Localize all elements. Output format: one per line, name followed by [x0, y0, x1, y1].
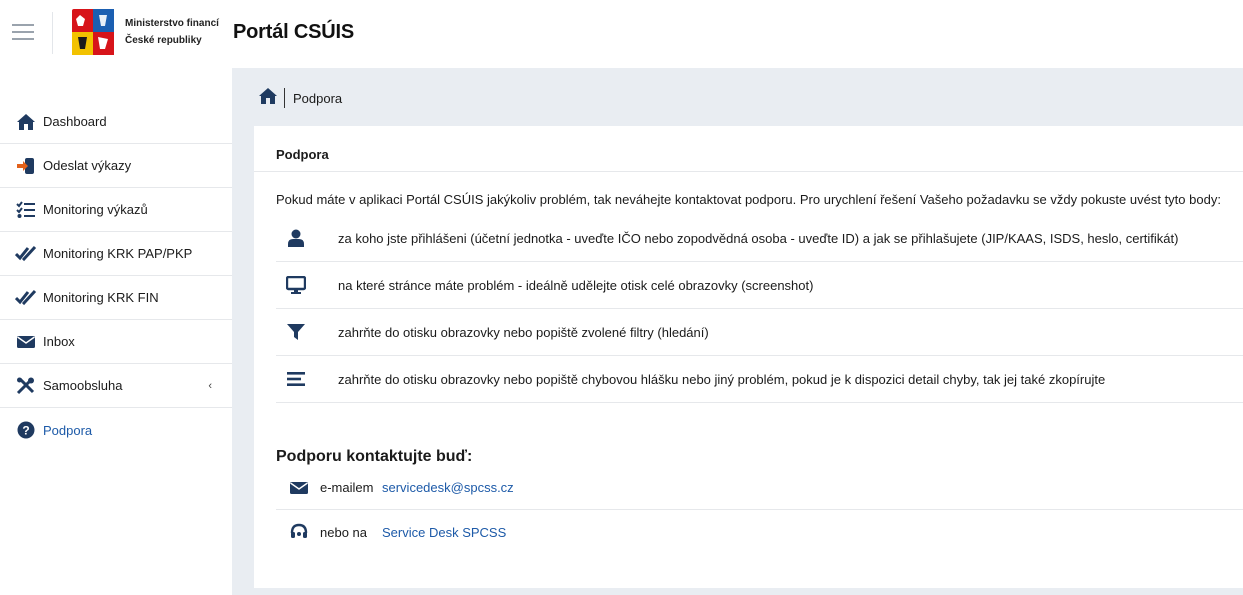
sign-in-icon [15, 156, 37, 176]
sidebar-item-label: Monitoring KRK FIN [43, 290, 159, 305]
home-icon [15, 112, 37, 132]
tools-icon [15, 376, 37, 396]
svg-text:?: ? [22, 424, 29, 438]
contact-label: e-mailem [320, 480, 374, 495]
envelope-icon [15, 332, 37, 352]
list-item: zahrňte do otisku obrazovky nebo popiště… [276, 309, 1243, 356]
sidebar-item-label: Monitoring KRK PAP/PKP [43, 246, 193, 261]
hamburger-line [12, 31, 34, 33]
breadcrumb-separator [284, 88, 285, 108]
ministry-name-line1: Ministerstvo financí [125, 18, 219, 29]
support-intro-text: Pokud máte v aplikaci Portál CSÚIS jakýk… [276, 192, 1221, 207]
lines-icon [276, 371, 316, 387]
filter-icon [276, 323, 316, 341]
app-header: Ministerstvo financí České republiky Por… [0, 0, 1243, 68]
ministry-name-line2: České republiky [125, 35, 202, 46]
support-checklist: za koho jste přihlášeni (účetní jednotka… [276, 215, 1243, 403]
list-check-icon [15, 200, 37, 220]
sidebar-item-label: Monitoring výkazů [43, 202, 148, 217]
sidebar-item-label: Inbox [43, 334, 75, 349]
user-icon [276, 229, 316, 247]
sidebar-item-monitoring-vykazu[interactable]: Monitoring výkazů [0, 188, 232, 232]
envelope-icon [288, 480, 310, 496]
contact-label: nebo na [320, 524, 367, 540]
sidebar-item-dashboard[interactable]: Dashboard [0, 100, 232, 144]
double-check-icon [15, 244, 37, 264]
sidebar-nav: Dashboard Odeslat výkazy Monitoring výka… [0, 100, 232, 452]
support-card: Podpora Pokud máte v aplikaci Portál CSÚ… [254, 126, 1243, 588]
sidebar-item-podpora[interactable]: ? Podpora [0, 408, 232, 452]
sidebar-item-label: Podpora [43, 422, 93, 438]
monitor-icon [276, 276, 316, 294]
checklist-text: za koho jste přihlášeni (účetní jednotka… [338, 230, 1179, 246]
question-circle-icon: ? [15, 420, 37, 440]
contact-heading: Podporu kontaktujte buď: [276, 448, 473, 465]
ministry-name: Ministerstvo financí České republiky [125, 15, 219, 49]
header-divider [52, 12, 53, 54]
double-check-icon [15, 288, 37, 308]
coat-of-arms-logo [72, 9, 114, 55]
hamburger-icon [12, 24, 34, 26]
list-item: zahrňte do otisku obrazovky nebo popiště… [276, 356, 1243, 403]
card-title: Podpora [276, 147, 329, 162]
checklist-text: na které stránce máte problém - ideálně … [338, 277, 814, 293]
main-content: Podpora Podpora Pokud máte v aplikaci Po… [232, 68, 1243, 595]
contact-list: e-mailem servicedesk@spcss.cz nebo na Se… [276, 466, 1243, 554]
checklist-text: zahrňte do otisku obrazovky nebo popiště… [338, 371, 1106, 387]
contact-servicedesk-row: nebo na Service Desk SPCSS [276, 510, 1243, 554]
page-title: Portál CSÚIS [233, 21, 354, 43]
headset-icon [288, 523, 310, 541]
list-item: za koho jste přihlášeni (účetní jednotka… [276, 215, 1243, 262]
email-link[interactable]: servicedesk@spcss.cz [382, 480, 514, 495]
home-icon[interactable] [258, 87, 278, 110]
sidebar-item-monitoring-krk-pap-pkp[interactable]: Monitoring KRK PAP/PKP [0, 232, 232, 276]
sidebar-item-label: Samoobsluha [43, 378, 123, 393]
sidebar-item-odeslat-vykazy[interactable]: Odeslat výkazy [0, 144, 232, 188]
contact-email-row: e-mailem servicedesk@spcss.cz [276, 466, 1243, 510]
sidebar-item-label: Dashboard [43, 114, 107, 129]
breadcrumb-current: Podpora [293, 90, 343, 106]
sidebar-item-label: Odeslat výkazy [43, 158, 132, 173]
sidebar-item-inbox[interactable]: Inbox [0, 320, 232, 364]
menu-toggle-button[interactable] [12, 24, 34, 42]
card-divider [254, 171, 1243, 172]
breadcrumb: Podpora [258, 87, 342, 109]
checklist-text: zahrňte do otisku obrazovky nebo popiště… [338, 324, 709, 340]
sidebar-item-samoobsluha[interactable]: Samoobsluha ‹ [0, 364, 232, 408]
list-item: na které stránce máte problém - ideálně … [276, 262, 1243, 309]
hamburger-line [12, 38, 34, 40]
chevron-left-icon[interactable]: ‹ [208, 380, 212, 392]
service-desk-link[interactable]: Service Desk SPCSS [382, 525, 506, 540]
sidebar-item-monitoring-krk-fin[interactable]: Monitoring KRK FIN [0, 276, 232, 320]
